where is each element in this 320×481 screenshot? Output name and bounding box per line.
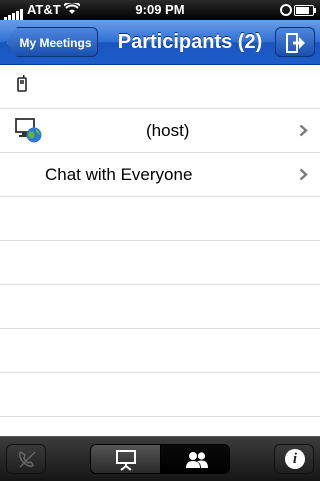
empty-row (0, 285, 320, 329)
bottom-toolbar: i (0, 436, 320, 481)
presentation-tab[interactable] (91, 445, 161, 473)
clock: 9:09 PM (135, 2, 185, 17)
battery-icon (294, 5, 316, 16)
empty-row (0, 373, 320, 417)
exit-icon (286, 33, 305, 53)
empty-row (0, 241, 320, 285)
info-icon: i (285, 449, 305, 469)
empty-row (0, 329, 320, 373)
phone-button[interactable] (6, 444, 46, 474)
navigation-bar: My Meetings Participants (2) (0, 20, 320, 65)
battery-level (296, 7, 309, 14)
view-segmented-control (90, 444, 230, 474)
exit-meeting-button[interactable] (275, 27, 315, 57)
chat-with-everyone-row[interactable]: Chat with Everyone (0, 153, 320, 197)
info-button[interactable]: i (274, 444, 314, 474)
chevron-right-icon (299, 124, 308, 137)
rotation-lock-icon (280, 4, 292, 16)
chat-with-everyone-label: Chat with Everyone (45, 165, 193, 184)
participant-list: (host) Chat with Everyone (0, 65, 320, 417)
chevron-right-icon (299, 168, 308, 181)
participants-tab[interactable] (160, 445, 229, 473)
mobile-phone-icon (17, 75, 27, 92)
phone-disabled-icon (18, 451, 36, 468)
participants-icon (185, 452, 208, 468)
empty-row (0, 197, 320, 241)
participant-row-host[interactable]: (host) (0, 109, 320, 153)
back-button[interactable]: My Meetings (5, 27, 98, 57)
presentation-icon (116, 450, 136, 471)
participant-name: (host) (146, 121, 190, 140)
page-title: Participants (2) (117, 31, 263, 53)
status-bar: AT&T 9:09 PM (0, 0, 320, 20)
computer-globe-icon (15, 118, 42, 143)
participant-row-mobile[interactable] (0, 65, 320, 109)
